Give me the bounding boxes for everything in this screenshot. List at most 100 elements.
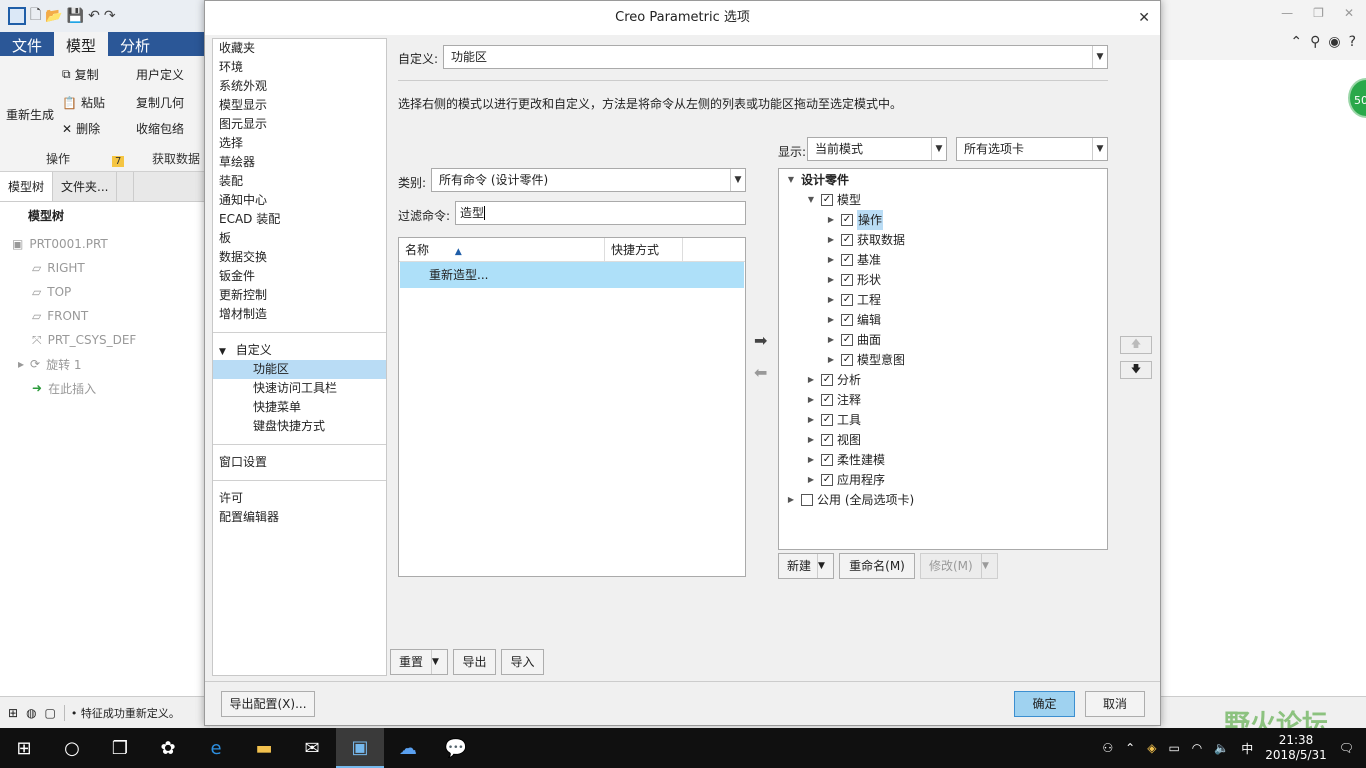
nav-item-ribbon[interactable]: 功能区 — [213, 360, 386, 379]
collapse-icon[interactable]: ▼ — [785, 170, 797, 190]
nav-item[interactable]: 图元显示 — [213, 115, 386, 134]
tree-item-right[interactable]: ▱ RIGHT — [0, 254, 210, 278]
baidu-netdisk-icon[interactable]: ☁ — [384, 728, 432, 768]
delete-button[interactable]: ✕ 删除 — [62, 120, 100, 137]
col-name-header[interactable]: 名称 ▲ — [399, 238, 605, 261]
tree-node-design-part[interactable]: ▼ 设计零件 — [785, 170, 849, 190]
nav-item-qat[interactable]: 快速访问工具栏 — [213, 379, 386, 398]
chevron-up-icon[interactable]: ⌃ — [1290, 34, 1302, 50]
expand-icon[interactable]: ▶ — [825, 270, 837, 290]
nav-item[interactable]: 草绘器 — [213, 153, 386, 172]
checkbox[interactable]: ✓ — [821, 374, 833, 386]
save-icon[interactable]: 💾 — [67, 8, 84, 24]
add-arrow-icon[interactable]: ➡ — [754, 331, 767, 350]
file-explorer-icon[interactable]: ▬ — [240, 728, 288, 768]
checkbox[interactable]: ✓ — [841, 254, 853, 266]
tree-item-top[interactable]: ▱ TOP — [0, 278, 210, 302]
col-shortcut-header[interactable]: 快捷方式 — [605, 238, 683, 261]
tab-model[interactable]: 模型 — [54, 32, 109, 56]
collapse-icon[interactable]: ▼ — [219, 347, 226, 357]
tab-favorites[interactable] — [117, 172, 135, 201]
nav-item[interactable]: 收藏夹 — [213, 39, 386, 58]
remove-arrow-icon[interactable]: ⬅ — [754, 363, 767, 382]
checkbox[interactable]: ✓ — [841, 214, 853, 226]
community-icon[interactable]: ◉ — [1328, 34, 1340, 50]
tree-node-model-child[interactable]: ▶ ✓ 模型意图 — [825, 350, 905, 370]
nav-item[interactable]: 数据交换 — [213, 248, 386, 267]
nav-item[interactable]: 更新控制 — [213, 286, 386, 305]
customize-select[interactable]: 功能区 ▼ — [443, 45, 1108, 69]
modify-button[interactable]: 修改(M) ▼ — [920, 553, 998, 579]
creo-taskbar-icon[interactable]: ▣ — [336, 728, 384, 768]
nav-item-config-editor[interactable]: 配置编辑器 — [213, 508, 386, 527]
group-operations[interactable]: 操作 — [46, 150, 70, 167]
edge-icon[interactable]: e — [192, 728, 240, 768]
reset-button[interactable]: 重置 ▼ — [390, 649, 448, 675]
filter-input[interactable]: 造型 — [455, 201, 746, 225]
clock[interactable]: 21:38 2018/5/31 — [1265, 733, 1327, 763]
expand-icon[interactable]: ▶ — [805, 370, 817, 390]
collapse-icon[interactable]: ▼ — [805, 190, 817, 210]
copy-geometry-button[interactable]: 复制几何 — [136, 94, 184, 111]
user-defined-button[interactable]: 用户定义 — [136, 66, 184, 83]
chevron-down-icon[interactable]: ▼ — [431, 650, 447, 674]
tree-item-revolve[interactable]: ▸ ⟳ 旋转 1 — [0, 350, 210, 374]
ok-button[interactable]: 确定 — [1014, 691, 1075, 717]
nav-item[interactable]: 选择 — [213, 134, 386, 153]
redo-icon[interactable]: ↷ — [104, 8, 116, 24]
ime-indicator[interactable]: 中 — [1241, 740, 1253, 757]
expand-icon[interactable]: ▶ — [825, 250, 837, 270]
pinwheel-app-icon[interactable]: ✿ — [144, 728, 192, 768]
new-button[interactable]: 新建 ▼ — [778, 553, 834, 579]
checkbox[interactable]: ✓ — [841, 314, 853, 326]
task-view-icon[interactable]: ❐ — [96, 728, 144, 768]
chevron-down-icon[interactable]: ▼ — [981, 554, 997, 578]
tree-toggle-icon[interactable]: ⊞ — [8, 706, 18, 720]
nav-item[interactable]: 通知中心 — [213, 191, 386, 210]
fullscreen-icon[interactable]: ▢ — [45, 706, 56, 720]
expand-icon[interactable]: ▶ — [825, 230, 837, 250]
regenerate-button[interactable]: 重新生成 — [6, 106, 54, 123]
close-window-icon[interactable]: ✕ — [1344, 6, 1354, 20]
expand-icon[interactable]: ▶ — [805, 450, 817, 470]
checkbox[interactable]: ✓ — [821, 454, 833, 466]
cancel-button[interactable]: 取消 — [1085, 691, 1145, 717]
browser-icon[interactable]: ◍ — [26, 706, 36, 720]
checkbox[interactable]: ✓ — [841, 334, 853, 346]
expand-icon[interactable]: ▶ — [825, 350, 837, 370]
nav-item[interactable]: 模型显示 — [213, 96, 386, 115]
mail-icon[interactable]: ✉ — [288, 728, 336, 768]
nav-item-keyboard-shortcuts[interactable]: 键盘快捷方式 — [213, 417, 386, 436]
expand-icon[interactable]: ▶ — [785, 490, 797, 510]
open-folder-icon[interactable]: 📂 — [45, 8, 62, 24]
expand-icon[interactable]: ▶ — [825, 210, 837, 230]
nav-item[interactable]: 增材制造 — [213, 305, 386, 324]
tree-node-tab[interactable]: ▶ ✓ 应用程序 — [805, 470, 885, 490]
nav-item[interactable]: ECAD 装配 — [213, 210, 386, 229]
expand-icon[interactable]: ▶ — [805, 470, 817, 490]
copy-button[interactable]: ⧉ 复制 — [62, 66, 99, 83]
shrinkwrap-button[interactable]: 收缩包络 — [136, 120, 184, 137]
checkbox[interactable] — [801, 494, 813, 506]
search-icon[interactable]: ⚲ — [1310, 34, 1320, 50]
tab-analysis[interactable]: 分析 — [108, 32, 162, 56]
checkbox[interactable]: ✓ — [841, 234, 853, 246]
nav-item[interactable]: 钣金件 — [213, 267, 386, 286]
wechat-icon[interactable]: 💬 — [432, 728, 480, 768]
tree-node-tab[interactable]: ▶ ✓ 注释 — [805, 390, 861, 410]
tree-item-front[interactable]: ▱ FRONT — [0, 302, 210, 326]
restore-icon[interactable]: ❐ — [1313, 6, 1324, 20]
tab-folder-browser[interactable]: 文件夹... — [53, 172, 118, 201]
notification-icon[interactable]: 🗨 — [1339, 741, 1354, 755]
export-button[interactable]: 导出 — [453, 649, 496, 675]
tabs-filter-select[interactable]: 所有选项卡 ▼ — [956, 137, 1108, 161]
table-row[interactable]: 重新造型... — [400, 262, 744, 288]
nav-item[interactable]: 装配 — [213, 172, 386, 191]
help-icon[interactable]: ? — [1349, 34, 1356, 50]
tree-node-model-child[interactable]: ▶ ✓ 形状 — [825, 270, 881, 290]
expand-icon[interactable]: ▸ — [18, 357, 24, 371]
tree-node-tab[interactable]: ▶ ✓ 柔性建模 — [805, 450, 885, 470]
tree-node-model-child[interactable]: ▶ ✓ 曲面 — [825, 330, 881, 350]
expand-icon[interactable]: ▶ — [825, 310, 837, 330]
checkbox[interactable]: ✓ — [841, 294, 853, 306]
